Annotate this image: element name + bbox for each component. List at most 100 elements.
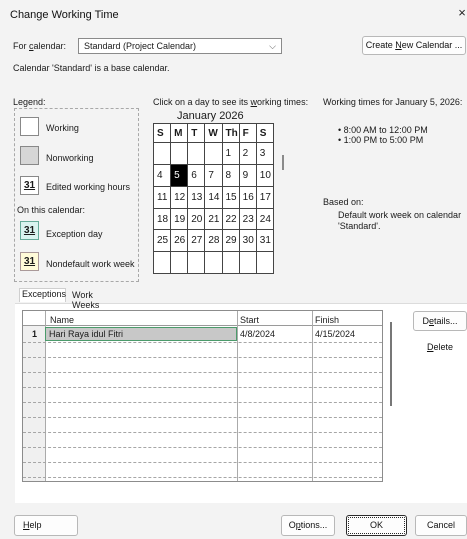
calendar-month-title: January 2026	[177, 110, 244, 122]
tab-exceptions[interactable]: Exceptions	[19, 288, 66, 302]
nonworking-swatch	[20, 146, 39, 165]
weekday-header: F	[238, 122, 257, 144]
calendar-day[interactable]	[152, 251, 172, 274]
details-button[interactable]: Details...	[413, 311, 467, 331]
column-divider	[237, 311, 238, 481]
month-calendar[interactable]: S M T W Th F S 1 2 3 4 5 6 7 8 9 10 11 1…	[152, 122, 275, 274]
tab-work-weeks[interactable]: Work Weeks	[70, 290, 101, 310]
row-divider	[23, 387, 382, 388]
calendar-day[interactable]	[255, 251, 275, 274]
help-suffix: elp	[29, 520, 42, 530]
instruction-part-b: orking times:	[257, 97, 309, 107]
calendar-select[interactable]: Standard (Project Calendar) ⌵	[78, 38, 282, 54]
calendar-day[interactable]	[187, 251, 206, 274]
cancel-button[interactable]: Cancel	[415, 515, 467, 536]
legend-edited-hours: Edited working hours	[46, 182, 131, 192]
calendar-day[interactable]: 28	[204, 229, 223, 253]
on-this-calendar-label: On this calendar:	[17, 205, 86, 215]
calendar-day[interactable]: 24	[255, 207, 275, 231]
close-icon[interactable]: ×	[455, 6, 467, 20]
weekday-header: T	[187, 122, 206, 144]
calendar-scrollbar[interactable]	[282, 155, 284, 170]
exception-start-cell[interactable]: 4/8/2024	[240, 327, 275, 341]
instruction-part-a: Click on a day to see its	[153, 97, 251, 107]
legend-heading: Legend:	[13, 97, 46, 107]
exception-name-cell[interactable]: Hari Raya idul Fitri	[49, 327, 123, 341]
row-divider	[23, 357, 382, 358]
calendar-day[interactable]	[204, 142, 223, 166]
calendar-day[interactable]: 2	[238, 142, 257, 166]
calendar-day-selected[interactable]: 5	[170, 164, 189, 187]
weekday-header: M	[170, 122, 189, 144]
weekday-header: S	[152, 122, 172, 144]
row-id: 1	[32, 329, 38, 339]
delete-button[interactable]: Delete	[413, 337, 467, 357]
calendar-day[interactable]: 31	[255, 229, 275, 253]
calendar-day[interactable]: 16	[238, 185, 257, 209]
calendar-day[interactable]	[152, 142, 172, 166]
working-time-slot: • 8:00 AM to 12:00 PM	[338, 125, 428, 135]
calendar-instruction: Click on a day to see its working times:	[153, 97, 308, 107]
calendar-week: 4 5 6 7 8 9 10	[152, 164, 275, 187]
calendar-day[interactable]: 14	[204, 185, 223, 209]
calendar-day[interactable]: 8	[221, 164, 240, 187]
calendar-day[interactable]: 26	[170, 229, 189, 253]
calendar-day[interactable]: 18	[152, 207, 172, 231]
calendar-day[interactable]: 1	[221, 142, 240, 166]
calendar-day[interactable]: 15	[221, 185, 240, 209]
row-divider	[23, 402, 382, 403]
calendar-day[interactable]	[187, 142, 206, 166]
weekday-header: W	[204, 122, 223, 144]
options-button[interactable]: Options...	[281, 515, 335, 536]
calendar-day[interactable]	[238, 251, 257, 274]
column-divider	[312, 311, 313, 481]
calendar-day[interactable]	[170, 142, 189, 166]
based-on-label: Based on:	[323, 197, 364, 207]
calendar-day[interactable]	[204, 251, 223, 274]
column-header-start[interactable]: Start	[240, 313, 259, 327]
calendar-day[interactable]	[221, 251, 240, 274]
chevron-down-icon: ⌵	[269, 41, 276, 51]
weekday-header: Th	[221, 122, 240, 144]
table-scrollbar[interactable]	[390, 322, 392, 406]
calendar-day[interactable]: 27	[187, 229, 206, 253]
nondefault-week-swatch: 31	[20, 252, 39, 271]
calendar-day[interactable]: 4	[152, 164, 172, 187]
calendar-label-suffix: alendar:	[33, 41, 67, 51]
weekday-header: S	[255, 122, 275, 144]
exceptions-table[interactable]: Name Start Finish 1 Hari Raya idul Fitri…	[22, 310, 383, 482]
help-button[interactable]: Help	[14, 515, 78, 536]
calendar-day[interactable]: 19	[170, 207, 189, 231]
calendar-day[interactable]: 11	[152, 185, 172, 209]
calendar-day[interactable]: 17	[255, 185, 275, 209]
options-suffix: tions...	[300, 520, 328, 530]
calendar-day[interactable]: 9	[238, 164, 257, 187]
calendar-day[interactable]: 7	[204, 164, 223, 187]
dialog-title: Change Working Time	[10, 9, 119, 21]
exception-finish-cell[interactable]: 4/15/2024	[315, 327, 355, 341]
calendar-day[interactable]: 3	[255, 142, 275, 166]
column-header-name[interactable]: Name	[50, 313, 74, 327]
column-header-finish[interactable]: Finish	[315, 313, 339, 327]
calendar-day[interactable]: 23	[238, 207, 257, 231]
calendar-day[interactable]: 6	[187, 164, 206, 187]
ok-button[interactable]: OK	[346, 515, 407, 536]
row-header-column	[23, 326, 45, 481]
calendar-day[interactable]: 30	[238, 229, 257, 253]
calendar-week: 11 12 13 14 15 16 17	[152, 185, 275, 209]
calendar-day[interactable]: 10	[255, 164, 275, 187]
calendar-day[interactable]: 21	[204, 207, 223, 231]
calendar-day[interactable]: 22	[221, 207, 240, 231]
legend-exception-day: Exception day	[46, 229, 103, 239]
options-prefix: O	[288, 520, 296, 530]
calendar-day[interactable]: 13	[187, 185, 206, 209]
calendar-day[interactable]: 29	[221, 229, 240, 253]
calendar-day[interactable]: 12	[170, 185, 189, 209]
calendar-label: For calendar:	[13, 41, 66, 51]
calendar-day[interactable]: 20	[187, 207, 206, 231]
calendar-day[interactable]: 25	[152, 229, 172, 253]
create-new-calendar-button[interactable]: Create New Calendar ...	[362, 36, 466, 55]
legend-nondefault-week: Nondefault work week	[46, 259, 135, 269]
calendar-week	[152, 251, 275, 274]
calendar-day[interactable]	[170, 251, 189, 274]
